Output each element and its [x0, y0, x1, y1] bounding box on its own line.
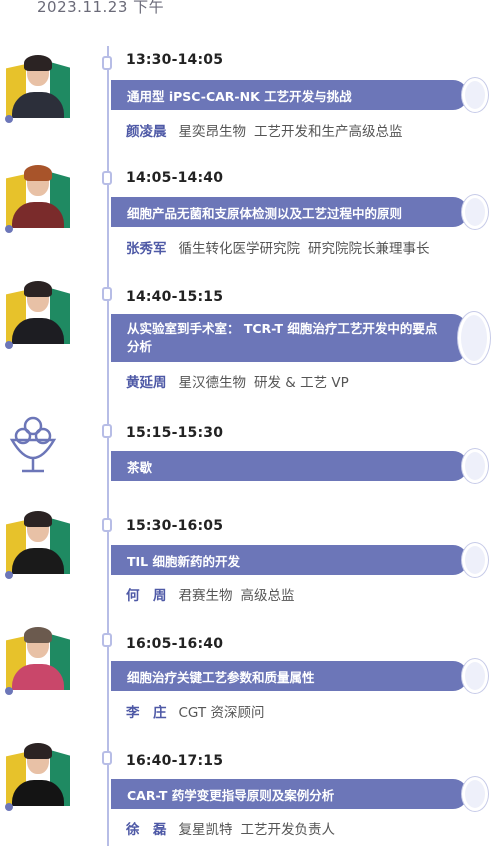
- speaker-name: 徐 磊: [126, 822, 167, 838]
- session-time: 15:15-15:30: [126, 425, 224, 441]
- speaker-line: 黄延周 星汉德生物 研发 & 工艺 VP: [126, 371, 349, 391]
- speaker-org: 星汉德生物: [178, 375, 247, 391]
- timeline-marker: [102, 424, 112, 438]
- speaker-role: 工艺开发负责人: [240, 822, 336, 838]
- speaker-org: 君赛生物: [178, 588, 233, 604]
- speaker-org: CGT 资深顾问: [178, 705, 265, 721]
- teacup-icon: [9, 416, 57, 473]
- session-title-bar: 通用型 iPSC-CAR-NK 工艺开发与挑战: [111, 80, 468, 110]
- session-title-bar: 细胞产品无菌和支原体检测以及工艺过程中的原则: [111, 197, 468, 227]
- speaker-photo: [5, 278, 70, 349]
- bar-cap-icon: [458, 312, 490, 364]
- session-time: 16:40-17:15: [126, 753, 224, 769]
- timeline-marker: [102, 171, 112, 185]
- speaker-photo: [5, 508, 70, 579]
- speaker-line: 张秀军 循生转化医学研究院 研究院院长兼理事长: [126, 237, 430, 257]
- speaker-role: 高级总监: [240, 588, 295, 604]
- session-title-bar: 茶歇: [111, 451, 468, 481]
- bar-cap-icon: [462, 659, 488, 693]
- timeline-marker: [102, 56, 112, 70]
- session-title-bar: 从实验室到手术室： TCR-T 细胞治疗工艺开发中的要点分析: [111, 314, 468, 362]
- session-title-bar: 细胞治疗关键工艺参数和质量属性: [111, 661, 468, 691]
- session-time: 14:40-15:15: [126, 289, 224, 305]
- bar-cap-icon: [462, 195, 488, 229]
- speaker-role: 工艺开发和生产高级总监: [254, 124, 403, 140]
- speaker-photo: [5, 162, 70, 233]
- date-heading: 2023.11.23 下午: [37, 0, 165, 16]
- speaker-photo: [5, 624, 70, 695]
- speaker-org: 复星凯特: [178, 822, 233, 838]
- speaker-name: 何 周: [126, 588, 167, 604]
- session-time: 14:05-14:40: [126, 170, 224, 186]
- timeline-marker: [102, 287, 112, 301]
- speaker-role: 研究院院长兼理事长: [308, 241, 430, 257]
- speaker-line: 颜凌晨 星奕昂生物 工艺开发和生产高级总监: [126, 120, 403, 140]
- speaker-name: 张秀军: [126, 241, 167, 257]
- speaker-line: 徐 磊复星凯特 工艺开发负责人: [126, 818, 335, 838]
- speaker-photo: [5, 740, 70, 811]
- timeline-line: [107, 46, 109, 846]
- session-title-bar: CAR-T 药学变更指导原则及案例分析: [111, 779, 468, 809]
- timeline-marker: [102, 633, 112, 647]
- bar-cap-icon: [462, 449, 488, 483]
- session-time: 16:05-16:40: [126, 636, 224, 652]
- session-time: 15:30-16:05: [126, 518, 224, 534]
- speaker-name: 颜凌晨: [126, 124, 167, 140]
- session-time: 13:30-14:05: [126, 52, 224, 68]
- speaker-name: 黄延周: [126, 375, 167, 391]
- timeline-marker: [102, 751, 112, 765]
- timeline-marker: [102, 518, 112, 532]
- bar-cap-icon: [462, 777, 488, 811]
- speaker-org: 星奕昂生物: [178, 124, 247, 140]
- speaker-role: 研发 & 工艺 VP: [254, 375, 349, 391]
- speaker-line: 李 庄 CGT 资深顾问: [126, 701, 272, 721]
- bar-cap-icon: [462, 543, 488, 577]
- speaker-name: 李 庄: [126, 705, 167, 721]
- speaker-photo: [5, 52, 70, 123]
- session-title-bar: TIL 细胞新药的开发: [111, 545, 468, 575]
- speaker-line: 何 周君赛生物 高级总监: [126, 584, 295, 604]
- speaker-org: 循生转化医学研究院: [178, 241, 301, 257]
- bar-cap-icon: [462, 78, 488, 112]
